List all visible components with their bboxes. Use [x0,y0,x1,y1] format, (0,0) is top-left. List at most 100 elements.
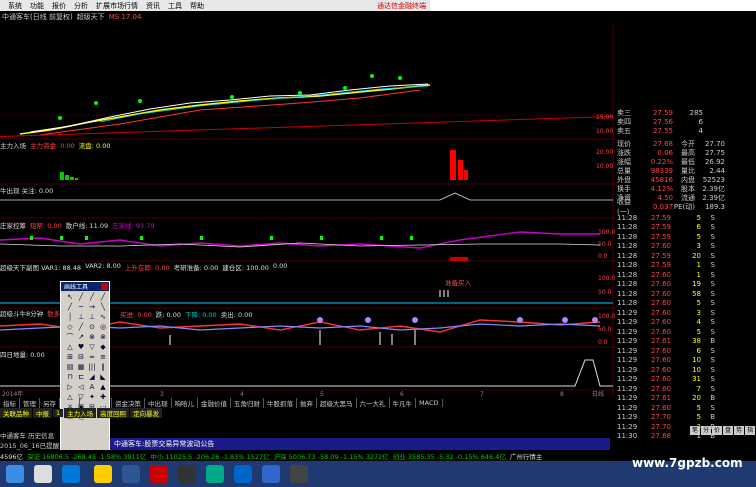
index-quote[interactable]: 中小 11025.5 -206.26 -1.83% 1527亿 [150,451,269,461]
draw-tool-icon[interactable]: ▽ [87,343,97,352]
draw-tool-icon[interactable]: ◣ [98,373,108,382]
svg-text:15.00: 15.00 [596,114,613,121]
index-quote[interactable]: 深证 16806.5 -268.45 -1.58% 3911亿 [27,451,146,461]
draw-tool-icon[interactable]: ⊙ [87,323,97,332]
side-button[interactable]: 价 [712,426,723,435]
side-button[interactable]: 盘 [723,426,734,435]
app5-icon[interactable] [262,465,280,483]
index-quote[interactable]: 沪深 5006.73 -58.09 -1.15% 3272亿 [274,451,389,461]
trade-row: 11:29 27.60 6 S [617,346,715,355]
draw-tool-icon[interactable]: ╱ [98,293,108,302]
draw-tool-icon[interactable]: ⊓ [65,373,75,382]
draw-tool-icon[interactable]: ⌒ [65,333,75,342]
tab-indicator[interactable]: 另存 [40,397,60,408]
tab-indicator[interactable]: 牛凡牛 [390,397,417,408]
index-quote[interactable]: 创业 3585.35 -5.32 -0.15% 646.4亿 [393,451,506,461]
draw-tool-icon[interactable]: ◆ [98,343,108,352]
svg-text:100.0: 100.0 [598,275,615,282]
word-icon[interactable] [122,465,140,483]
trade-row: 11:28 27.60 19 S [617,280,715,288]
tab-related[interactable]: 1 [53,408,64,417]
tab-related[interactable]: 定向暴发 [130,407,163,418]
draw-tool-icon[interactable]: A [87,383,97,392]
tab-indicator[interactable]: 超级大黑马 [317,397,357,408]
draw-tool-icon[interactable]: ◎ [98,323,108,332]
draw-tool-icon[interactable]: ‖ [98,363,108,372]
draw-tool-icon[interactable]: ↖ [65,293,75,302]
app3-icon[interactable] [206,465,224,483]
app6-icon[interactable] [290,465,308,483]
draw-tool-icon[interactable]: ▲ [98,383,108,392]
tab-related[interactable]: 中报 [33,407,52,418]
draw-tool-icon[interactable]: ╲ [98,303,108,312]
tab-indicator[interactable]: 资金决策 [112,397,146,408]
tab-related[interactable]: 主力入场 [64,407,97,418]
app-icon[interactable] [150,465,168,483]
app4-icon[interactable] [234,465,252,483]
draw-tool-icon[interactable]: ||| [87,363,97,372]
tab-indicator[interactable]: 管理 [20,397,40,408]
tab-related[interactable]: 高度回照 [97,407,130,418]
draw-tool-icon[interactable]: ◢ [87,373,97,382]
trade-row: 11:28 27.60 3 S [617,242,715,250]
draw-tool-icon[interactable]: ⊗ [98,333,108,342]
draw-tool-icon[interactable]: ▷ [65,383,75,392]
draw-tool-icon[interactable]: ∿ [98,313,108,322]
draw-tool-icon[interactable]: → [87,303,97,312]
draw-tool-icon[interactable]: ╱ [76,293,86,302]
related-tabs: 关联品种 中报 1 主力入场 高度回照 定向暴发 [0,407,617,418]
draw-tool-icon[interactable]: ⊗ [87,333,97,342]
tab-indicator[interactable]: 响哈儿 [172,397,199,408]
tab-indicator[interactable]: 六一大礼 [357,397,390,408]
draw-tool-icon[interactable]: ═ [87,353,97,362]
tab-indicator[interactable]: 牛股抓落 [264,397,298,408]
draw-tool-icon[interactable]: ≡ [98,353,108,362]
draw-tool-icon[interactable]: ╱ [76,323,86,332]
draw-tool-icon[interactable]: ♥ [76,343,86,352]
news-ticker[interactable]: 中通客车:股票交易异常波动公告 [110,438,610,450]
tab-indicator[interactable]: STP决策 [80,397,113,408]
tab-indicator[interactable]: 指标 [0,397,20,408]
draw-tool-icon[interactable]: ▤ [65,363,75,372]
tab-related[interactable]: 关联品种 [0,407,32,418]
draw-tool-icon[interactable]: △ [65,343,75,352]
trade-row: 11:28 27.59 5 S [617,232,715,241]
start-icon[interactable] [6,465,24,483]
draw-tool-icon[interactable]: │ [65,313,75,322]
close-icon[interactable] [101,283,108,290]
tab-indicator[interactable]: 中出现 [145,397,172,408]
draw-tool-icon[interactable]: ⊥ [76,313,86,322]
app2-icon[interactable] [178,465,196,483]
quote-panel: 卖三 27.59 285 卖四 27.56 6 卖五 27.55 4 现价 27.68 今开 27.70… [617,108,750,441]
draw-tool-icon[interactable]: ◁ [76,383,86,392]
folder-icon[interactable] [94,465,112,483]
side-button[interactable]: 势 [734,426,745,435]
draw-tool-icon[interactable]: ⊞ [65,353,75,362]
index-quote[interactable]: 广州行情主 [510,451,543,461]
draw-tool-icon[interactable]: ╱ [65,303,75,312]
draw-tool-icon[interactable]: ⊏ [76,373,86,382]
draw-tool-icon[interactable]: ◇ [65,323,75,332]
trade-row: 11:29 27.60 5 S [617,327,715,336]
drawing-tools-window[interactable]: 画线工具 ↖ ╱ ╱ ╱ ╱ ─ → ╲ │ ⊥ ⊥ ∿ ◇ ╱ ⊙ ◎ ⌒ ↗ ⊗ ⊗ △ ♥ ▽ ◆ ⊞ ⊟ ═ ≡ ▤ ▦ ||| ‖ ⊓… [60,281,110,451]
svg-text:50.0: 50.0 [598,289,612,296]
explorer-icon[interactable] [34,465,52,483]
side-button[interactable]: 指 [745,426,756,435]
draw-tool-icon[interactable]: ╱ [87,293,97,302]
tools-titlebar[interactable]: 画线工具 [61,282,109,291]
tab-indicator[interactable]: MACD [416,398,443,407]
ie-icon[interactable] [62,465,80,483]
side-button[interactable]: 笔 [690,426,701,435]
side-button[interactable]: 分 [701,426,712,435]
draw-tool-icon[interactable]: ↗ [76,333,86,342]
tab-indicator[interactable]: 五角归财 [231,397,265,408]
draw-tool-icon[interactable]: ⊟ [76,353,86,362]
index-quote[interactable]: 4596亿 [0,451,23,461]
draw-tool-icon[interactable]: ─ [76,303,86,312]
tab-indicator[interactable]: 模版 [60,397,80,408]
tab-indicator[interactable]: 金融价值 [198,397,232,408]
tab-indicator[interactable]: 抛弃 [297,397,318,408]
draw-tool-icon[interactable]: ▦ [76,363,86,372]
draw-tool-icon[interactable]: ⊥ [87,313,97,322]
trade-row: 11:28 27.60 58 S [617,289,715,298]
